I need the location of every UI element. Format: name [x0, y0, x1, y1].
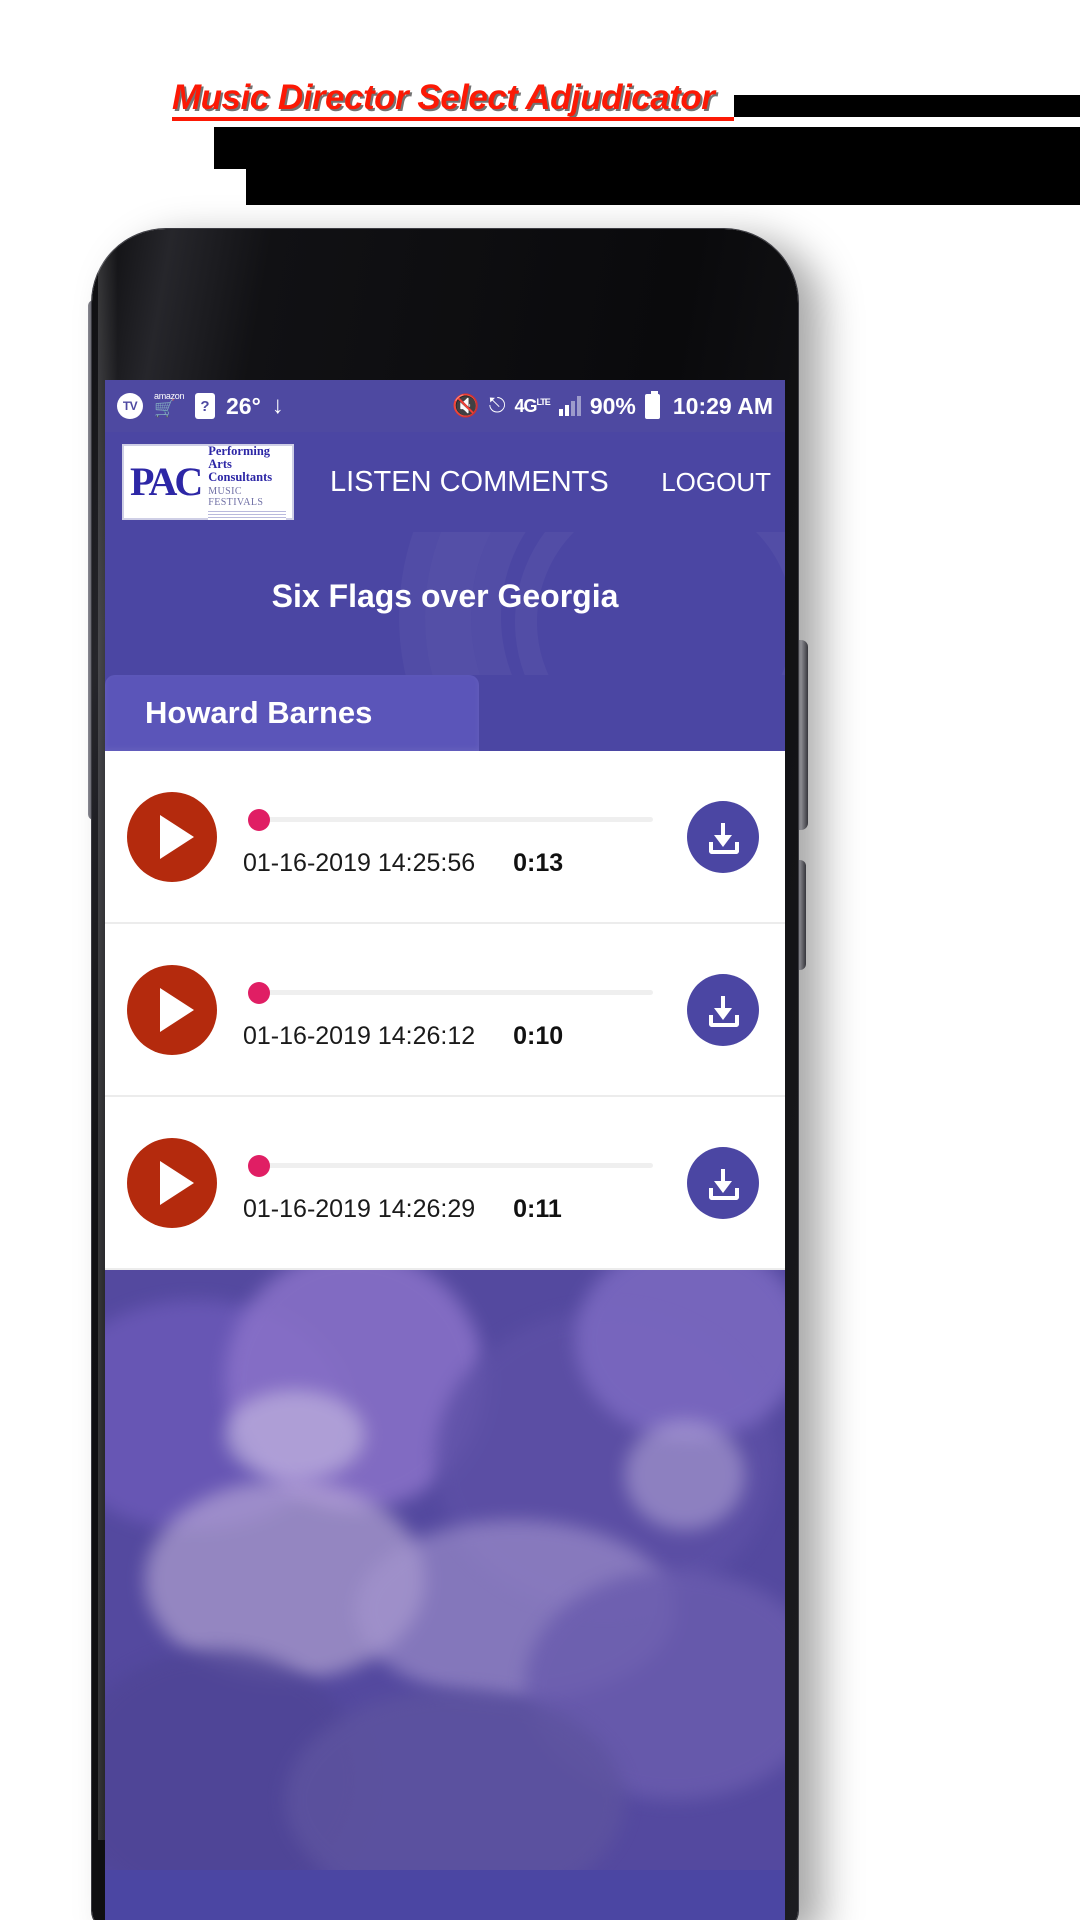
network-label: 4G: [514, 395, 537, 416]
audio-scrubber[interactable]: 01-16-2019 14:26:29 0:11: [243, 1133, 687, 1233]
recording-row[interactable]: 01-16-2019 14:25:56 0:13: [105, 751, 785, 924]
download-arrow-icon: ↓: [271, 392, 284, 419]
download-tray-icon: [709, 1014, 739, 1027]
download-button[interactable]: [687, 800, 759, 873]
screenshot-root: Music Director Select Adjudicator SAMSUN…: [0, 0, 1080, 1920]
recording-timestamp: 01-16-2019 14:25:56: [243, 848, 476, 877]
progress-track[interactable]: [253, 1162, 653, 1168]
page-title-underline: [172, 117, 734, 121]
logo-staff-lines: [208, 510, 286, 520]
battery-icon: [644, 390, 660, 419]
redaction-bar: [734, 95, 1080, 117]
android-status-bar: TV amazon 🛒 ? 26° ↓ 🔇 ⎋ 4GLTE 90% 10:29 …: [105, 380, 785, 432]
tab-bar: Howard Barnes: [105, 675, 785, 751]
recording-meta: 01-16-2019 14:26:12 0:10: [243, 1022, 563, 1051]
hero-banner: Six Flags over Georgia: [105, 532, 785, 675]
page-title: Music Director Select Adjudicator: [172, 78, 715, 117]
progress-thumb[interactable]: [248, 1154, 270, 1177]
logo-line-3: Consultants: [208, 469, 273, 484]
event-name: Six Flags over Georgia: [271, 578, 619, 614]
signal-bars-icon: [558, 396, 581, 416]
logo-subtitle: MUSIC FESTIVALS: [208, 485, 264, 508]
phone-screen: TV amazon 🛒 ? 26° ↓ 🔇 ⎋ 4GLTE 90% 10:29 …: [105, 380, 785, 1920]
progress-thumb[interactable]: [248, 981, 270, 1004]
download-tray-icon: [709, 1187, 739, 1200]
recordings-list: 01-16-2019 14:25:56 0:13 01-16-2019 14:2…: [105, 751, 785, 1270]
recording-timestamp: 01-16-2019 14:26:12: [243, 1021, 476, 1050]
sim-card-icon: ?: [195, 393, 215, 419]
network-sub-label: LTE: [536, 396, 550, 407]
play-icon[interactable]: [127, 964, 217, 1055]
download-button[interactable]: [687, 1146, 759, 1219]
recording-meta: 01-16-2019 14:26:29 0:11: [243, 1195, 562, 1224]
logo-line-1: Performing: [208, 443, 271, 458]
audio-scrubber[interactable]: 01-16-2019 14:25:56 0:13: [243, 787, 687, 887]
logo-line-2: Arts: [208, 456, 232, 471]
download-button[interactable]: [687, 973, 759, 1046]
recording-timestamp: 01-16-2019 14:26:29: [243, 1194, 476, 1223]
recording-duration: 0:13: [513, 848, 564, 877]
tab-adjudicator[interactable]: Howard Barnes: [105, 675, 479, 751]
progress-thumb[interactable]: [248, 808, 270, 831]
background-photo: [105, 1270, 785, 1870]
wifi-icon: ⎋: [488, 394, 506, 417]
progress-track[interactable]: [253, 816, 653, 822]
progress-track[interactable]: [253, 989, 653, 995]
mute-vibrate-icon: 🔇: [452, 393, 480, 418]
app-header: PAC Performing Arts Consultants MUSIC FE…: [105, 432, 785, 532]
recording-meta: 01-16-2019 14:25:56 0:13: [243, 849, 563, 878]
recording-duration: 0:11: [513, 1194, 562, 1223]
pac-logo-mark: PAC: [130, 459, 203, 504]
network-type-icon: 4GLTE: [514, 395, 550, 417]
logout-button[interactable]: LOGOUT: [661, 467, 771, 498]
status-bar-clock: 10:29 AM: [672, 392, 773, 419]
download-tray-icon: [709, 841, 739, 854]
pac-logo-text: Performing Arts Consultants MUSIC FESTIV…: [208, 443, 286, 520]
cart-glyph: 🛒: [154, 399, 176, 418]
recording-duration: 0:10: [513, 1021, 564, 1050]
play-icon[interactable]: [127, 791, 217, 882]
pac-logo: PAC Performing Arts Consultants MUSIC FE…: [122, 444, 294, 520]
recording-row[interactable]: 01-16-2019 14:26:12 0:10: [105, 924, 785, 1097]
battery-percent-label: 90%: [589, 392, 636, 419]
redaction-bar: [246, 163, 1080, 205]
recording-row[interactable]: 01-16-2019 14:26:29 0:11: [105, 1097, 785, 1270]
tv-icon: TV: [117, 393, 143, 419]
audio-scrubber[interactable]: 01-16-2019 14:26:12 0:10: [243, 960, 687, 1060]
amazon-cart-icon: amazon 🛒: [154, 392, 185, 420]
temperature-label: 26°: [226, 392, 261, 419]
screen-title: LISTEN COMMENTS: [330, 465, 609, 498]
play-icon[interactable]: [127, 1137, 217, 1228]
